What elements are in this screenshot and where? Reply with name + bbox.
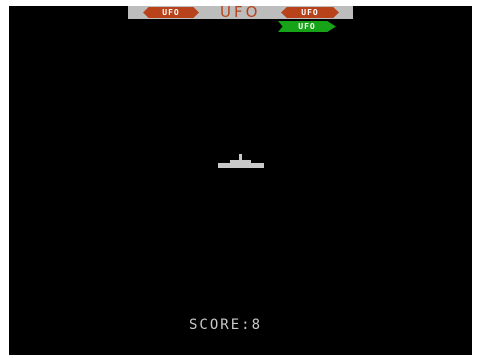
score-label: SCORE:	[189, 317, 252, 333]
score-value: 8	[251, 317, 263, 333]
game-title: UFO	[220, 3, 261, 21]
player-ship-icon	[218, 154, 264, 168]
ufo-indicator-left: UFO	[143, 7, 199, 18]
ufo-indicator-green: UFO	[278, 21, 336, 32]
game-screen	[9, 6, 472, 355]
ufo-indicator-right: UFO	[281, 7, 339, 18]
score-display: SCORE: 8	[189, 317, 262, 333]
